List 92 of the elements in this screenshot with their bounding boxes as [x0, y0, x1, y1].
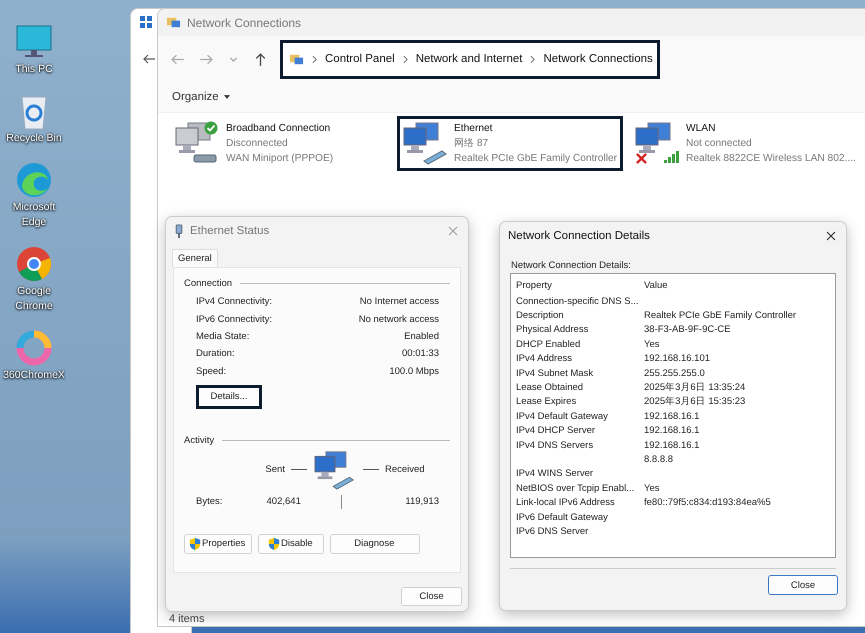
property-cell: Connection-specific DNS S...: [516, 296, 638, 307]
chevron-icon: [530, 54, 536, 64]
status-bar-text: 4 items: [168, 613, 206, 626]
shield-icon: [268, 536, 280, 551]
property-cell: Lease Expires: [516, 396, 576, 408]
value-cell: 2025年3月6日 13:35:24: [644, 382, 746, 394]
field-value: No Internet access: [360, 296, 439, 308]
field-label: Duration:: [196, 348, 235, 360]
connection-status: Not connected: [686, 137, 753, 151]
field-value: 00:01:33: [402, 348, 439, 360]
breadcrumb-item[interactable]: Network Connections: [543, 53, 653, 65]
list-label: Network Connection Details:: [510, 259, 632, 273]
adapter-name: WAN Miniport (PPPOE): [226, 152, 334, 166]
up-arrow-icon[interactable]: [253, 52, 268, 66]
breadcrumb-item[interactable]: Control Panel: [325, 53, 395, 65]
field-label: Bytes:: [196, 496, 222, 508]
colorful-ring-icon: [14, 328, 54, 368]
dialog-button[interactable]: Disable: [258, 534, 324, 554]
property-cell: DHCP Enabled: [516, 338, 580, 350]
value-cell: 192.168.16.1: [644, 440, 700, 451]
connection-item[interactable]: Ethernet 网络 87 Realtek PCIe GbE Family Controller: [397, 116, 623, 171]
value-cell: 8.8.8.8: [644, 454, 674, 465]
field-label: IPv4 Connectivity:: [196, 296, 272, 308]
value-cell: 192.168.16.101: [644, 353, 710, 364]
back-arrow-icon[interactable]: [142, 52, 156, 66]
network-folder-icon: [166, 15, 181, 30]
close-icon[interactable]: [826, 231, 836, 241]
property-cell: NetBIOS over Tcpip Enabl...: [516, 482, 634, 494]
breadcrumb-item[interactable]: Network and Internet: [416, 53, 522, 65]
field-label: Media State:: [196, 330, 250, 342]
property-cell: IPv4 Default Gateway: [516, 410, 608, 422]
details-button[interactable]: Details...: [196, 384, 262, 409]
dialog-title: Ethernet Status: [190, 225, 270, 237]
plug-icon: [174, 224, 184, 238]
connection-name: Ethernet: [454, 122, 494, 136]
value-cell: 255.255.255.0: [644, 368, 705, 379]
field-value: No network access: [358, 314, 439, 325]
wireless-network-icon: [634, 121, 682, 165]
received-label: Received: [384, 464, 425, 476]
chrome-browser-icon: [14, 244, 54, 284]
column-header[interactable]: Value: [644, 280, 830, 290]
value-cell: Realtek PCIe GbE Family Controller: [644, 310, 796, 322]
value-cell: 192.168.16.1: [644, 425, 700, 436]
section-heading: Activity: [184, 434, 214, 446]
connection-item[interactable]: Broadband Connection Disconnected WAN Miniport (PPPOE): [169, 116, 391, 171]
adapter-name: Realtek PCIe GbE Family Controller: [454, 152, 618, 166]
edge-browser-icon: [14, 160, 54, 200]
value-cell: 38-F3-AB-9F-9C-CE: [644, 324, 731, 336]
dialog-button[interactable]: Diagnose: [330, 534, 420, 554]
property-cell: IPv6 DNS Server: [516, 526, 588, 537]
property-cell: IPv4 DHCP Server: [516, 425, 596, 436]
property-cell: Lease Obtained: [516, 382, 584, 394]
property-cell: IPv4 Address: [516, 353, 572, 364]
field-value: 100.0 Mbps: [389, 366, 439, 377]
connection-item[interactable]: WLAN Not connected Realtek 8822CE Wireless LAN 802....: [629, 116, 861, 171]
connection-name: Broadband Connection: [226, 122, 332, 136]
close-button[interactable]: Close: [768, 575, 838, 595]
chevron-icon: [402, 54, 408, 64]
property-cell: Physical Address: [516, 324, 588, 336]
field-label: Speed:: [196, 366, 226, 377]
chevron-icon: [312, 54, 317, 64]
connection-status: Disconnected: [226, 137, 289, 151]
field-label: IPv6 Connectivity:: [196, 314, 272, 325]
column-header[interactable]: Property: [516, 280, 644, 290]
value-cell: Yes: [644, 482, 660, 494]
value-cell: 192.168.16.1: [644, 410, 700, 422]
property-cell: IPv6 Default Gateway: [516, 512, 608, 523]
property-cell: IPv4 Subnet Mask: [516, 368, 594, 379]
dialog-button[interactable]: Properties: [184, 534, 252, 554]
shield-icon: [189, 536, 201, 551]
window-title: Network Connections: [187, 16, 302, 30]
property-cell: Link-local IPv6 Address: [516, 497, 615, 508]
bytes-received: 119,913: [404, 496, 439, 508]
value-cell: 2025年3月6日 15:35:23: [644, 396, 746, 408]
connection-status: 网络 87: [454, 137, 490, 151]
property-cell: IPv4 WINS Server: [516, 468, 594, 480]
field-value: Enabled: [404, 330, 439, 342]
connection-name: WLAN: [686, 122, 716, 136]
close-button[interactable]: Close: [401, 587, 462, 606]
value-cell: Yes: [644, 338, 660, 350]
tab[interactable]: General: [172, 249, 218, 267]
organize-menu[interactable]: Organize: [166, 89, 236, 105]
bytes-sent: 402,641: [266, 496, 301, 508]
property-cell: IPv4 DNS Servers: [516, 440, 594, 451]
adapter-name: Realtek 8822CE Wireless LAN 802....: [686, 152, 856, 166]
address-bar[interactable]: Control Panel Network and Internet Network Connections: [280, 40, 660, 78]
value-cell: fe80::79f5:c834:d193:84ea%5: [644, 497, 771, 508]
caret-icon: [224, 95, 230, 99]
dialog-title: Network Connection Details: [508, 230, 651, 242]
sent-label: Sent: [265, 464, 285, 476]
section-heading: Connection: [184, 278, 232, 289]
property-cell: Description: [516, 310, 564, 322]
